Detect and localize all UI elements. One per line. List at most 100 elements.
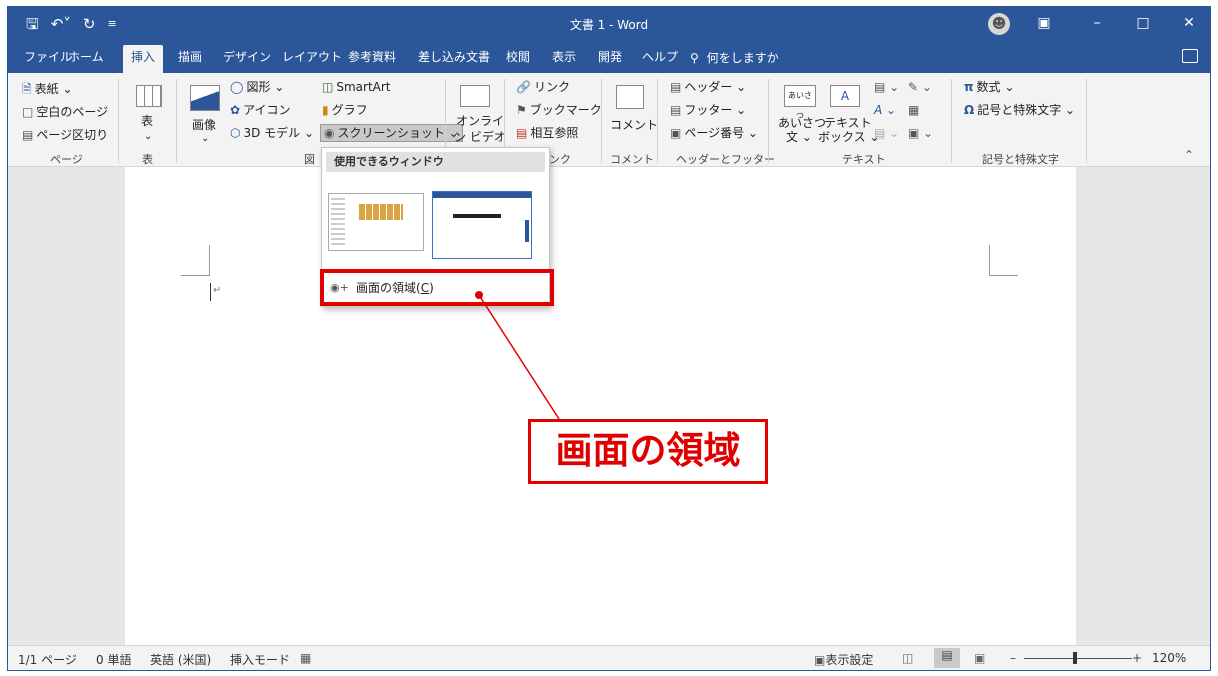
tab-file[interactable]: ファイル xyxy=(24,49,72,65)
maximize-icon[interactable]: □ xyxy=(1132,13,1154,33)
group-label-text: テキスト xyxy=(842,153,886,166)
blank-page-button[interactable]: □ 空白のページ xyxy=(22,104,108,120)
new-comment-button[interactable]: コメント xyxy=(610,117,658,133)
table-dropdown-arrow[interactable]: ⌄ xyxy=(144,129,152,145)
online-video-button-line2[interactable]: ン ビデオ xyxy=(454,129,506,145)
document-canvas: ↵ xyxy=(8,167,1210,647)
lightbulb-icon: ⚲ xyxy=(690,51,699,65)
language-indicator[interactable]: 英語 (米国) xyxy=(150,651,211,668)
print-layout-icon[interactable]: ▤ xyxy=(934,648,960,668)
header-icon: ▤ xyxy=(670,80,682,94)
tell-me-search[interactable]: ⚲ 何をしますか xyxy=(690,49,779,66)
minimize-icon[interactable]: – xyxy=(1086,13,1108,33)
zoom-slider[interactable] xyxy=(1024,658,1132,659)
shapes-icon: ◯ xyxy=(230,80,244,94)
date-time-icon[interactable]: ▦ xyxy=(908,102,919,118)
tab-developer[interactable]: 開発 xyxy=(598,49,622,65)
textbox-button-line2[interactable]: ボックス ⌄ xyxy=(818,129,880,145)
crop-mark-left xyxy=(181,275,210,276)
symbol-button[interactable]: Ω 記号と特殊文字 ⌄ xyxy=(964,102,1075,118)
tab-insert[interactable]: 挿入 xyxy=(123,45,164,73)
quick-parts-icon[interactable]: ▤ ⌄ xyxy=(874,79,899,95)
header-button[interactable]: ▤ ヘッダー ⌄ xyxy=(670,79,746,95)
link-icon: 🔗 xyxy=(516,80,531,94)
blank-page-icon: □ xyxy=(22,105,34,119)
table-button[interactable]: 表 xyxy=(141,113,153,129)
page-break-button[interactable]: ▤ ページ区切り xyxy=(22,127,108,143)
greeting-icon: あいさつ xyxy=(784,85,816,120)
tell-me-label: 何をしますか xyxy=(706,51,779,65)
tab-references[interactable]: 参考資料 xyxy=(348,49,396,65)
drop-cap-icon[interactable]: ▤ ⌄ xyxy=(874,125,899,141)
ribbon-display-icon[interactable]: ▣ xyxy=(1033,13,1055,33)
tab-home[interactable]: ホーム xyxy=(68,49,104,65)
tab-draw[interactable]: 描画 xyxy=(178,49,202,65)
screenshot-icon: ◉ xyxy=(324,126,335,140)
tab-mailings[interactable]: 差し込み文書 xyxy=(418,49,490,65)
textbox-icon: A xyxy=(830,85,860,107)
group-label-pages: ページ xyxy=(50,153,83,166)
new-comment-icon xyxy=(616,85,644,109)
tab-view[interactable]: 表示 xyxy=(552,49,576,65)
group-label-header-footer: ヘッダーとフッター xyxy=(676,153,775,166)
crop-mark-right xyxy=(989,245,990,275)
footer-icon: ▤ xyxy=(670,103,682,117)
chart-button[interactable]: ▮ グラフ xyxy=(322,102,368,118)
icons-button[interactable]: ✿ アイコン xyxy=(230,102,290,118)
chart-icon: ▮ xyxy=(322,103,329,117)
display-settings-button[interactable]: ▣表示設定 xyxy=(814,651,873,668)
read-mode-icon[interactable]: ◫ xyxy=(902,651,913,665)
cover-page-button[interactable]: 🗎 表紙 ⌄ xyxy=(22,81,73,97)
online-video-button-line1[interactable]: オンライ xyxy=(456,113,504,129)
comments-icon[interactable] xyxy=(1182,49,1198,63)
account-avatar-icon[interactable]: ☻ xyxy=(988,13,1010,35)
word-count[interactable]: 0 単語 xyxy=(96,651,131,668)
web-layout-icon[interactable]: ▣ xyxy=(974,651,985,665)
document-page[interactable]: ↵ xyxy=(125,167,1076,647)
link-button[interactable]: 🔗 リンク xyxy=(516,79,570,95)
page-number-icon: ▣ xyxy=(670,126,682,140)
status-bar: 1/1 ページ 0 単語 英語 (米国) 挿入モード ▦ ▣表示設定 ◫ ▤ ▣… xyxy=(8,645,1210,670)
equation-button[interactable]: π 数式 ⌄ xyxy=(964,79,1014,95)
title-bar: 🖫 ↶˅ ↻ ≡ 文書 1 - Word ☻ ▣ – □ ✕ xyxy=(8,7,1210,41)
window-thumbnail-2[interactable] xyxy=(432,191,532,259)
zoom-out-icon[interactable]: – xyxy=(1010,651,1016,665)
collapse-ribbon-icon[interactable]: ⌃ xyxy=(1184,147,1194,163)
zoom-in-icon[interactable]: + xyxy=(1132,651,1142,665)
tab-layout[interactable]: レイアウト xyxy=(282,49,342,65)
zoom-level[interactable]: 120% xyxy=(1152,651,1186,665)
insert-mode-indicator[interactable]: 挿入モード xyxy=(230,651,290,668)
footer-button[interactable]: ▤ フッター ⌄ xyxy=(670,102,746,118)
omega-icon: Ω xyxy=(964,103,975,117)
smartart-button[interactable]: ◫ SmartArt xyxy=(322,79,391,95)
greeting-button-line2[interactable]: 文 ⌄ xyxy=(786,129,812,145)
zoom-slider-thumb[interactable] xyxy=(1073,652,1077,664)
page-break-icon: ▤ xyxy=(22,128,34,142)
wordart-icon[interactable]: A ⌄ xyxy=(874,102,896,118)
focus-icon: ▣ xyxy=(814,653,826,667)
signature-line-icon[interactable]: ✎ ⌄ xyxy=(908,79,932,95)
accessibility-icon[interactable]: ▦ xyxy=(300,651,311,665)
page-count[interactable]: 1/1 ページ xyxy=(18,651,77,668)
tab-help[interactable]: ヘルプ xyxy=(642,49,678,65)
cover-page-icon: 🗎 xyxy=(22,82,32,96)
group-label-symbols: 記号と特殊文字 xyxy=(982,153,1059,166)
bookmark-button[interactable]: ⚑ ブックマーク xyxy=(516,102,602,118)
page-number-button[interactable]: ▣ ページ番号 ⌄ xyxy=(670,125,758,141)
object-icon[interactable]: ▣ ⌄ xyxy=(908,125,933,141)
shapes-button[interactable]: ◯ 図形 ⌄ xyxy=(230,79,284,95)
ribbon-tabs: ファイル ホーム 挿入 描画 デザイン レイアウト 参考資料 差し込み文書 校閲… xyxy=(8,41,1210,73)
window-thumbnail-1[interactable] xyxy=(328,193,424,251)
screenshot-button[interactable]: ◉ スクリーンショット ⌄ xyxy=(320,124,463,142)
close-icon[interactable]: ✕ xyxy=(1178,13,1200,33)
highlight-dot xyxy=(475,291,483,299)
pi-icon: π xyxy=(964,80,974,94)
cross-reference-button[interactable]: ▤ 相互参照 xyxy=(516,125,578,141)
tab-review[interactable]: 校閲 xyxy=(506,49,530,65)
paragraph-mark-icon: ↵ xyxy=(213,285,222,296)
picture-dropdown-arrow[interactable]: ⌄ xyxy=(201,131,209,147)
tab-design[interactable]: デザイン xyxy=(223,49,271,65)
group-label-comments: コメント xyxy=(610,153,654,166)
crop-mark-right xyxy=(989,275,1018,276)
3d-models-button[interactable]: ⬡ 3D モデル ⌄ xyxy=(230,125,314,141)
